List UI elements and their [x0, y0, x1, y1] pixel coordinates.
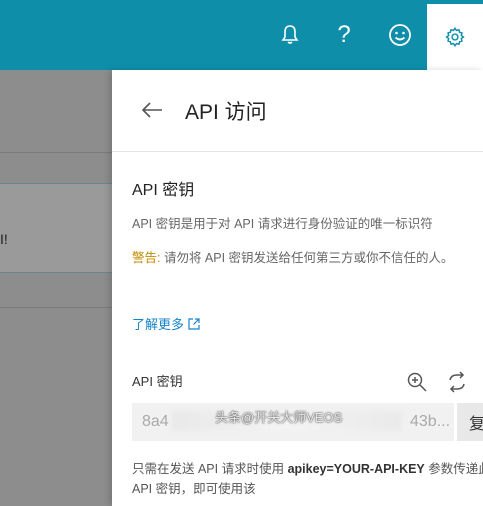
background-card — [0, 183, 112, 273]
smiley-icon-graphic — [389, 24, 411, 46]
background-divider — [0, 307, 112, 308]
api-key-prefix: 8a4 — [142, 413, 169, 430]
background-overlay[interactable] — [0, 70, 112, 506]
external-link-icon — [188, 317, 200, 330]
panel-title: API 访问 — [185, 101, 267, 124]
learn-more-link[interactable]: 了解更多 — [132, 314, 201, 333]
back-arrow-icon[interactable] — [138, 96, 166, 124]
background-text: I! — [0, 231, 8, 247]
warning-text: 请勿将 API 密钥发送给任何第三方或你不信任的人。 — [160, 251, 454, 265]
help-glyph: ? — [337, 21, 351, 48]
copy-button-label: 复 — [469, 416, 483, 433]
usage-note-prefix: 只需在发送 API 请求时使用 — [132, 462, 288, 476]
usage-note-code: apikey=YOUR-API-KEY — [287, 462, 425, 476]
learn-more-label: 了解更多 — [132, 317, 185, 332]
section-description: API 密钥是用于对 API 请求进行身份验证的唯一标识符 — [132, 217, 433, 231]
bell-icon-graphic — [281, 25, 299, 44]
bell-icon[interactable] — [268, 0, 312, 70]
zoom-in-icon[interactable] — [405, 370, 429, 394]
copy-button[interactable]: 复 — [457, 403, 483, 441]
background-divider — [0, 152, 112, 153]
panel-header: API 访问 — [112, 70, 483, 152]
usage-note: 只需在发送 API 请求时使用 apikey=YOUR-API-KEY 参数传递… — [132, 459, 483, 499]
warning-message: 警告: 请勿将 API 密钥发送给任何第三方或你不信任的人。 — [132, 248, 483, 268]
help-icon[interactable]: ? — [322, 0, 366, 70]
api-access-panel: API 访问 API 密钥 API 密钥是用于对 API 请求进行身份验证的唯一… — [112, 70, 483, 506]
api-key-label: API 密钥 — [132, 374, 183, 389]
smiley-icon[interactable] — [378, 0, 422, 70]
api-key-suffix: 43b... — [410, 413, 451, 430]
regenerate-icon[interactable] — [445, 370, 469, 394]
section-title: API 密钥 — [132, 182, 195, 199]
warning-label: 警告: — [132, 251, 161, 265]
settings-button[interactable] — [427, 4, 483, 70]
gear-icon — [445, 27, 465, 47]
top-bar: ? — [0, 0, 483, 70]
watermark: 头条@开关大师VEOS — [215, 410, 343, 425]
